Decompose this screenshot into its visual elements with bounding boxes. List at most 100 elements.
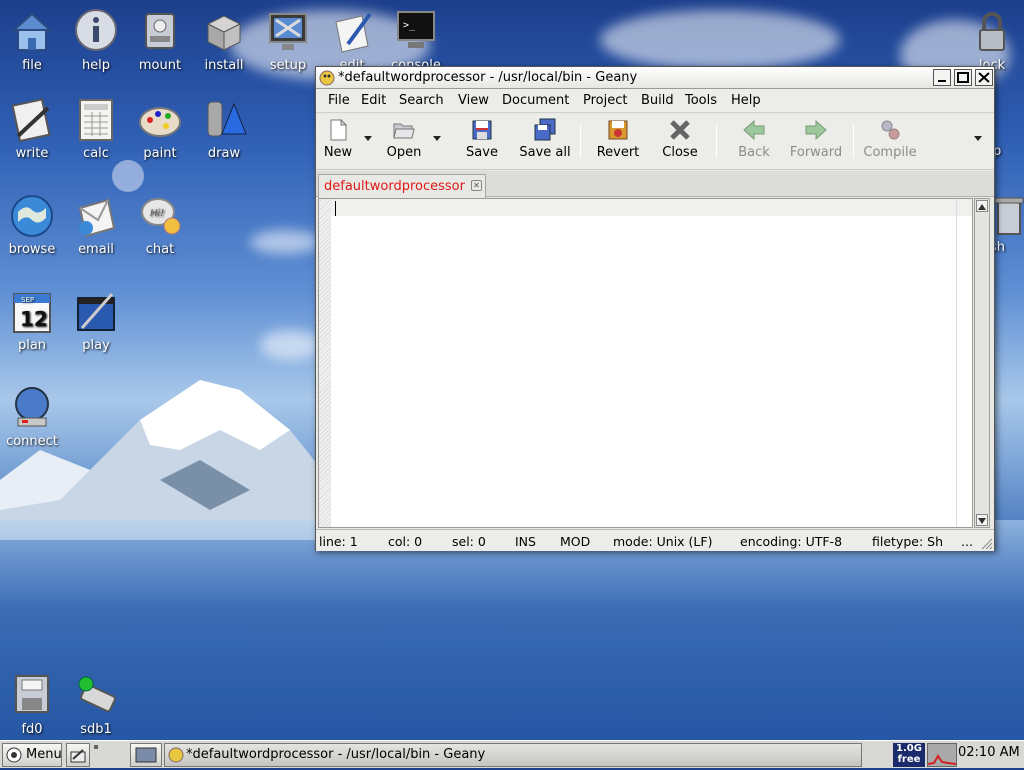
scroll-up-arrow-icon[interactable] [976, 200, 988, 212]
desktop-icon-play[interactable]: play [64, 288, 128, 353]
pen-paper-icon [328, 8, 376, 56]
desktop-icon-sdb1[interactable]: sdb1 [64, 672, 128, 737]
toolbar-separator [580, 124, 581, 158]
desktop-icon [135, 747, 157, 763]
status-mod: MOD [560, 534, 591, 549]
tab-close-icon[interactable]: ✕ [471, 180, 482, 191]
forward-button[interactable]: Forward [789, 118, 843, 160]
open-folder-icon [392, 118, 416, 142]
status-col: col: 0 [388, 534, 423, 549]
menu-help[interactable]: Help [731, 93, 761, 108]
toolbar: New Open Save Save all Revert Close Back… [316, 114, 994, 170]
open-button[interactable]: Open [386, 118, 422, 160]
media-icon [72, 288, 120, 336]
desktop-icon-edit[interactable]: edit [320, 8, 384, 73]
maximize-button[interactable] [954, 69, 972, 86]
desktop-icon-lock[interactable]: lock [960, 8, 1024, 73]
desktop-icon-calc[interactable]: calc [64, 96, 128, 161]
svg-text:SEP: SEP [21, 296, 34, 304]
new-button[interactable]: New [322, 118, 354, 160]
long-line-marker [956, 199, 957, 527]
floppy-save-icon [470, 118, 494, 142]
open-dropdown-arrow[interactable] [433, 136, 441, 141]
usb-drive-icon [72, 672, 120, 720]
taskbar-window-geany[interactable]: *defaultwordprocessor - /usr/local/bin -… [164, 743, 862, 767]
text-editor[interactable] [318, 198, 973, 528]
menu-search[interactable]: Search [399, 93, 444, 108]
save-all-icon [533, 118, 557, 142]
close-button[interactable]: Close [661, 118, 699, 160]
desktop-icon-chat[interactable]: Hi! chat [128, 192, 192, 257]
menu-project[interactable]: Project [583, 93, 627, 108]
document-tab-bar: defaultwordprocessor ✕ [316, 171, 994, 198]
info-icon [72, 8, 120, 56]
scroll-down-arrow-icon[interactable] [976, 514, 988, 526]
revert-icon [606, 118, 630, 142]
quick-launch-button[interactable] [66, 743, 90, 767]
desktop-icon-plan[interactable]: SEP 12 plan [0, 288, 64, 353]
resize-grip-icon[interactable] [979, 536, 993, 550]
geany-window[interactable]: *defaultwordprocessor - /usr/local/bin -… [315, 66, 995, 551]
window-titlebar[interactable]: *defaultwordprocessor - /usr/local/bin -… [316, 67, 994, 89]
envelope-icon [72, 192, 120, 240]
toolbar-overflow-arrow[interactable] [974, 136, 982, 141]
status-mode: mode: Unix (LF) [613, 534, 713, 549]
save-button[interactable]: Save [464, 118, 500, 160]
svg-text:12: 12 [20, 307, 48, 331]
desktop-icon-install[interactable]: install [192, 8, 256, 73]
status-line: line: 1 [319, 534, 358, 549]
svg-text:Hi!: Hi! [150, 208, 164, 219]
desktop-icon-setup[interactable]: setup [256, 8, 320, 73]
desktop-icon-help[interactable]: help [64, 8, 128, 73]
show-desktop-button[interactable] [130, 743, 162, 767]
menu-document[interactable]: Document [502, 93, 569, 108]
desktop-icon-connect[interactable]: connect [0, 384, 64, 449]
menu-view[interactable]: View [458, 93, 489, 108]
geany-app-icon [319, 70, 335, 86]
new-file-icon [326, 118, 350, 142]
desktop-icon-partial-p[interactable]: p [990, 96, 1024, 159]
quick-launch-icon [70, 749, 86, 763]
palette-icon [136, 96, 184, 144]
desktop-icon-draw[interactable]: draw [192, 96, 256, 161]
status-sel: sel: 0 [452, 534, 486, 549]
vertical-scrollbar[interactable] [974, 198, 990, 528]
desktop-icon-mount[interactable]: mount [128, 8, 192, 73]
menu-file[interactable]: File [328, 93, 350, 108]
desktop-icon-write[interactable]: write [0, 96, 64, 161]
revert-button[interactable]: Revert [596, 118, 640, 160]
desktop-icon-file[interactable]: file [0, 8, 64, 73]
taskbar: Menu *defaultwordprocessor - /usr/local/… [0, 740, 1024, 768]
speech-bubble-icon: Hi! [136, 192, 184, 240]
network-globe-icon [8, 384, 56, 432]
desktop-icon-trash[interactable]: sh [990, 192, 1024, 255]
minimize-button[interactable] [933, 69, 951, 86]
desktop-icon-email[interactable]: email [64, 192, 128, 257]
globe-icon [8, 192, 56, 240]
close-window-button[interactable] [975, 69, 993, 86]
desktop-icon-browse[interactable]: browse [0, 192, 64, 257]
trash-icon [990, 192, 1024, 240]
status-ins: INS [515, 534, 536, 549]
start-menu-button[interactable]: Menu [2, 743, 62, 767]
back-button[interactable]: Back [737, 118, 771, 160]
writer-icon [8, 96, 56, 144]
menu-edit[interactable]: Edit [361, 93, 386, 108]
toolbar-separator [853, 124, 854, 158]
forward-arrow-icon [804, 118, 828, 142]
padlock-icon [968, 8, 1016, 56]
text-cursor [335, 201, 336, 216]
tab-defaultwordprocessor[interactable]: defaultwordprocessor ✕ [318, 174, 486, 198]
desktop-icon-paint[interactable]: paint [128, 96, 192, 161]
menu-build[interactable]: Build [641, 93, 674, 108]
desktop-icon-fd0[interactable]: fd0 [0, 672, 64, 737]
menu-bar: File Edit Search View Document Project B… [316, 89, 994, 113]
menu-tools[interactable]: Tools [685, 93, 717, 108]
spreadsheet-icon [72, 96, 120, 144]
partial-icon [990, 96, 1024, 144]
save-all-button[interactable]: Save all [518, 118, 572, 160]
compile-button[interactable]: Compile [863, 118, 917, 160]
new-dropdown-arrow[interactable] [364, 136, 372, 141]
status-filetype: filetype: Sh [872, 534, 944, 549]
desktop-icon-console[interactable]: >_ console [384, 8, 448, 73]
